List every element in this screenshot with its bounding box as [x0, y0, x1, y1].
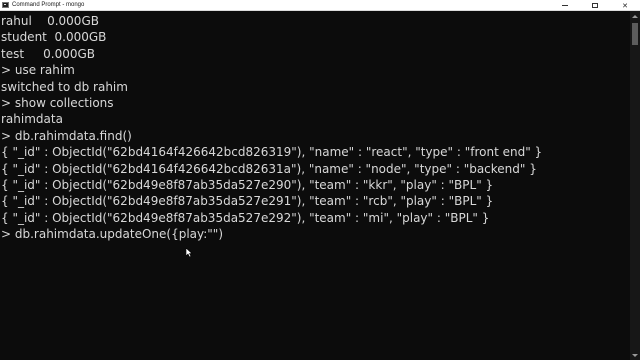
maximize-button[interactable]	[580, 0, 610, 11]
window-controls: ✕	[550, 0, 640, 11]
console-line: test 0.000GB	[1, 46, 96, 61]
console-line: { "_id" : ObjectId("62bd4164f426642bcd82…	[1, 145, 543, 160]
scrollbar-thumb[interactable]	[632, 23, 638, 45]
command-input-line[interactable]: > db.rahimdata.updateOne({play:"")	[1, 226, 628, 242]
console-line: > use rahim	[1, 63, 75, 78]
console-line: student 0.000GB	[1, 30, 107, 45]
console-output[interactable]: rahul 0.000GB student 0.000GB test 0.000…	[0, 13, 628, 360]
terminal-icon	[2, 2, 9, 8]
console-line: { "_id" : ObjectId("62bd49e8f87ab35da527…	[1, 210, 490, 225]
console-line: { "_id" : ObjectId("62bd49e8f87ab35da527…	[1, 177, 494, 192]
console-line: { "_id" : ObjectId("62bd4164f426642bcd82…	[1, 161, 537, 176]
console-line: > db.rahimdata.find()	[1, 128, 132, 143]
vertical-scrollbar[interactable]	[630, 11, 640, 360]
console-line: > show collections	[1, 95, 114, 110]
title-bar[interactable]: Command Prompt - mongo ✕	[0, 0, 640, 11]
minimize-button[interactable]	[550, 0, 580, 11]
window-title: Command Prompt - mongo	[12, 1, 85, 8]
console-line: switched to db rahim	[1, 79, 128, 94]
close-button[interactable]: ✕	[610, 0, 640, 11]
close-icon: ✕	[622, 1, 628, 10]
console-line: rahimdata	[1, 112, 63, 127]
scroll-up-arrow-icon[interactable]	[630, 11, 640, 21]
mouse-pointer-icon	[186, 248, 193, 258]
console-line: { "_id" : ObjectId("62bd49e8f87ab35da527…	[1, 194, 494, 209]
scroll-down-arrow-icon[interactable]	[630, 350, 640, 360]
console-line: rahul 0.000GB	[1, 14, 99, 28]
